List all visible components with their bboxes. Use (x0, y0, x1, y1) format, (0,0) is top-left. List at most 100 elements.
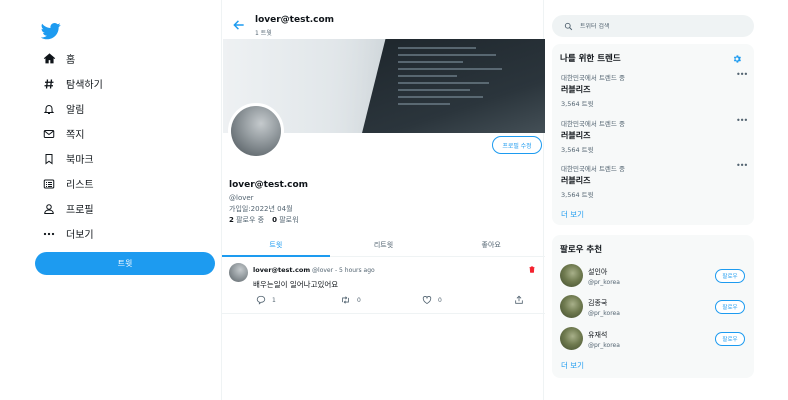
trend-item[interactable]: 대한민국에서 트렌드 중 러블리즈 3,564 트윗 ••• (552, 70, 754, 118)
trends-show-more-link[interactable]: 더 보기 (561, 209, 584, 220)
bookmark-icon (34, 153, 66, 165)
trend-context: 대한민국에서 트렌드 중 (561, 74, 625, 82)
nav-item-bookmarks[interactable]: 북마크 (34, 146, 218, 171)
right-sidebar: 나를 위한 트렌드 대한민국에서 트렌드 중 러블리즈 3,564 트윗 •••… (552, 0, 754, 400)
who-to-follow-panel: 팔로우 추천 설인아 @pr_korea 팔로우 김종국 @pr_korea 팔… (552, 235, 754, 378)
nav-item-explore[interactable]: 탐색하기 (34, 71, 218, 96)
more-options-icon[interactable]: ••• (736, 161, 748, 170)
nav-label-more: 더보기 (66, 230, 94, 241)
more-options-icon[interactable]: ••• (736, 116, 748, 125)
nav-label-explore: 탐색하기 (66, 80, 103, 91)
follow-show-more-link[interactable]: 더 보기 (561, 360, 584, 371)
follow-button[interactable]: 팔로우 (715, 300, 745, 314)
followers-stat[interactable]: 0 팔로워 (272, 215, 298, 225)
trash-icon[interactable] (528, 265, 536, 274)
reply-icon (256, 295, 266, 305)
more-icon (34, 228, 66, 240)
profile-tabs: 트윗 리트윗 좋아요 (222, 233, 545, 257)
more-options-icon[interactable]: ••• (736, 70, 748, 79)
twitter-logo-icon[interactable] (41, 21, 61, 41)
reply-count: 1 (272, 296, 276, 304)
primary-nav: 홈 탐색하기 알림 쪽지 북마크 리스트 프로필 더보기 (34, 46, 218, 246)
person-icon (34, 203, 66, 215)
tweet-meta: lover@test.com @lover - 5 hours ago (253, 266, 375, 274)
profile-avatar[interactable] (228, 103, 284, 159)
nav-label-lists: 리스트 (66, 180, 94, 191)
like-action[interactable]: 0 (422, 295, 442, 305)
tweet-text: 배우는일이 일어나고있어요 (253, 280, 339, 289)
trend-item[interactable]: 대한민국에서 트렌드 중 러블리즈 3,564 트윗 ••• (552, 116, 754, 164)
share-action[interactable] (514, 295, 524, 305)
profile-follow-stats: 2 팔로우 중 0 팔로워 (229, 215, 299, 225)
trends-title: 나를 위한 트렌드 (560, 54, 621, 64)
nav-item-messages[interactable]: 쪽지 (34, 121, 218, 146)
follow-suggestion-handle: @pr_korea (588, 342, 620, 349)
search-input[interactable] (580, 22, 740, 30)
tweet-item[interactable]: lover@test.com @lover - 5 hours ago 배우는일… (222, 258, 545, 314)
like-count: 0 (438, 296, 442, 304)
search-bar[interactable] (552, 15, 754, 37)
header-tweet-count: 1 트윗 (255, 30, 272, 37)
nav-item-more[interactable]: 더보기 (34, 221, 218, 246)
nav-label-messages: 쪽지 (66, 130, 85, 141)
avatar[interactable] (560, 264, 583, 287)
trend-count: 3,564 트윗 (561, 100, 594, 108)
following-label: 팔로우 중 (236, 216, 265, 224)
nav-item-notifications[interactable]: 알림 (34, 96, 218, 121)
following-stat[interactable]: 2 팔로우 중 (229, 215, 264, 225)
follow-button[interactable]: 팔로우 (715, 269, 745, 283)
nav-label-bookmarks: 북마크 (66, 155, 94, 166)
bell-icon (34, 103, 66, 115)
following-count: 2 (229, 216, 234, 224)
trend-name: 러블리즈 (561, 85, 591, 94)
tab-likes[interactable]: 좋아요 (437, 233, 545, 256)
trend-item[interactable]: 대한민국에서 트렌드 중 러블리즈 3,564 트윗 ••• (552, 161, 754, 209)
follow-suggestion-name: 김종국 (588, 299, 608, 307)
tab-tweets[interactable]: 트윗 (222, 233, 330, 257)
profile-name: lover@test.com (229, 180, 309, 190)
follow-suggestion-name: 유재석 (588, 331, 608, 339)
follow-suggestion[interactable]: 설인아 @pr_korea 팔로우 (552, 262, 754, 290)
who-to-follow-title: 팔로우 추천 (560, 245, 603, 255)
nav-item-lists[interactable]: 리스트 (34, 171, 218, 196)
nav-item-profile[interactable]: 프로필 (34, 196, 218, 221)
retweet-count: 0 (357, 296, 361, 304)
home-icon (34, 52, 66, 65)
trend-count: 3,564 트윗 (561, 191, 594, 199)
tweet-handle-time: @lover - 5 hours ago (312, 267, 375, 274)
avatar[interactable] (560, 295, 583, 318)
follow-suggestion[interactable]: 김종국 @pr_korea 팔로우 (552, 293, 754, 321)
trend-name: 러블리즈 (561, 131, 591, 140)
hashtag-icon (34, 78, 66, 90)
nav-label-notifications: 알림 (66, 105, 85, 116)
reply-action[interactable]: 1 (256, 295, 276, 305)
followers-count: 0 (272, 216, 277, 224)
avatar[interactable] (560, 327, 583, 350)
follow-suggestion[interactable]: 유재석 @pr_korea 팔로우 (552, 325, 754, 353)
tweet-author-name: lover@test.com (253, 266, 311, 274)
trend-name: 러블리즈 (561, 176, 591, 185)
profile-handle: @lover (229, 194, 254, 202)
tab-retweets[interactable]: 리트윗 (330, 233, 438, 256)
nav-item-home[interactable]: 홈 (34, 46, 218, 71)
heart-icon (422, 296, 432, 305)
banner-code-lines (398, 47, 528, 127)
trend-context: 대한민국에서 트렌드 중 (561, 165, 625, 173)
share-icon (515, 295, 523, 304)
list-icon (34, 178, 66, 190)
tweet-avatar[interactable] (229, 263, 248, 282)
follow-button[interactable]: 팔로우 (715, 332, 745, 346)
followers-label: 팔로워 (279, 216, 299, 224)
gear-icon[interactable] (732, 54, 742, 64)
follow-suggestion-handle: @pr_korea (588, 310, 620, 317)
compose-tweet-button[interactable]: 트윗 (35, 252, 215, 275)
back-arrow-icon[interactable] (232, 18, 246, 32)
retweet-action[interactable]: 0 (340, 295, 361, 305)
header-profile-name: lover@test.com (255, 15, 335, 25)
nav-label-home: 홈 (66, 55, 76, 66)
left-sidebar: 홈 탐색하기 알림 쪽지 북마크 리스트 프로필 더보기 트윗 (34, 0, 218, 400)
profile-header-bar: lover@test.com 1 트윗 (222, 0, 545, 39)
retweet-icon (342, 296, 349, 304)
edit-profile-button[interactable]: 프로필 수정 (492, 136, 542, 154)
profile-joined-date: 가입일:2022년 04월 (229, 205, 293, 213)
